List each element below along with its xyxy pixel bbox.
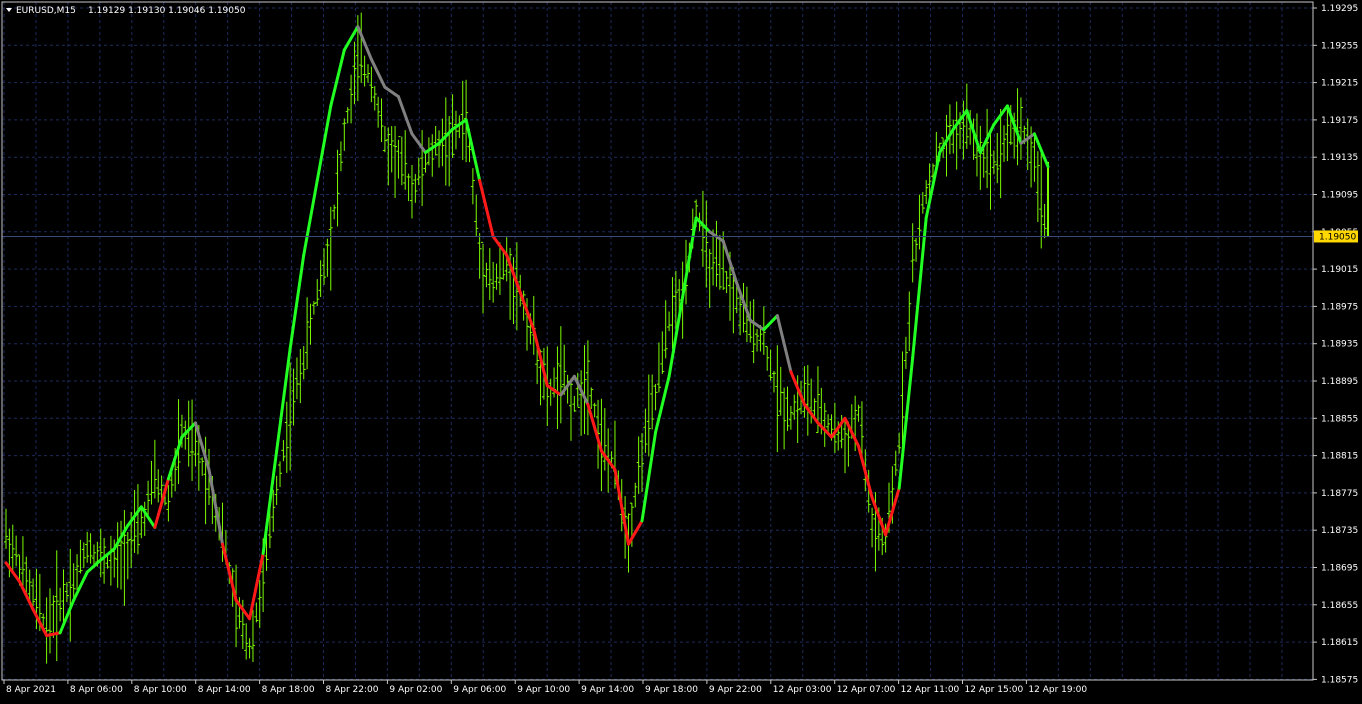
time-tick-label: 9 Apr 22:00 <box>709 685 762 695</box>
price-chart[interactable]: 1.19295 1.19255 1.19215 1.19175 1.19135 1.190… <box>0 0 1362 700</box>
price-tick-label: 1.18895 <box>1321 377 1358 387</box>
time-tick-label: 9 Apr 06:00 <box>453 685 506 695</box>
time-tick-label: 12 Apr 11:00 <box>901 685 960 695</box>
price-tick-label: 1.18695 <box>1321 564 1358 574</box>
price-tick-label: 1.19095 <box>1321 191 1358 201</box>
time-tick-label: 12 Apr 07:00 <box>837 685 896 695</box>
price-tick-label: 1.18615 <box>1321 638 1358 648</box>
price-tick-label: 1.19295 <box>1321 4 1358 14</box>
price-tick-label: 1.18775 <box>1321 489 1358 499</box>
price-tick-label: 1.19255 <box>1321 41 1358 51</box>
price-tick-label: 1.18735 <box>1321 526 1358 536</box>
time-tick-label: 8 Apr 14:00 <box>198 685 251 695</box>
price-tick-label: 1.18935 <box>1321 340 1358 350</box>
price-tick-label: 1.18575 <box>1321 675 1358 685</box>
price-tick-label: 1.18815 <box>1321 452 1358 462</box>
time-tick-label: 8 Apr 22:00 <box>326 685 379 695</box>
time-tick-label: 12 Apr 19:00 <box>1028 685 1087 695</box>
time-tick-label: 8 Apr 18:00 <box>262 685 315 695</box>
price-tick-label: 1.18975 <box>1321 302 1358 312</box>
ohlc-label: 1.19129 1.19130 1.19046 1.19050 <box>88 6 246 16</box>
price-tick-label: 1.19015 <box>1321 265 1358 275</box>
price-tick-label: 1.18855 <box>1321 414 1358 424</box>
time-tick-label: 12 Apr 03:00 <box>773 685 832 695</box>
time-tick-label: 9 Apr 14:00 <box>581 685 634 695</box>
price-tick-label: 1.18655 <box>1321 601 1358 611</box>
price-tick-label: 1.19215 <box>1321 79 1358 89</box>
time-tick-label: 8 Apr 06:00 <box>70 685 123 695</box>
time-tick-label: 8 Apr 2021 <box>6 685 56 695</box>
price-tick-label: 1.19135 <box>1321 153 1358 163</box>
time-tick-label: 9 Apr 18:00 <box>645 685 698 695</box>
price-tag-text: 1.19050 <box>1319 232 1356 242</box>
current-price-tag: 1.19050 <box>1314 230 1358 243</box>
time-tick-label: 12 Apr 15:00 <box>965 685 1024 695</box>
chart-header: EURUSD,M15 1.19129 1.19130 1.19046 1.190… <box>6 6 246 16</box>
chart-background <box>0 0 1362 700</box>
time-tick-label: 9 Apr 10:00 <box>517 685 570 695</box>
price-tick-label: 1.19175 <box>1321 116 1358 126</box>
chart-window[interactable]: 1.19295 1.19255 1.19215 1.19175 1.19135 1.190… <box>0 0 1362 700</box>
symbol-label: EURUSD,M15 <box>16 6 76 16</box>
time-tick-label: 9 Apr 02:00 <box>389 685 442 695</box>
time-tick-label: 8 Apr 10:00 <box>134 685 187 695</box>
